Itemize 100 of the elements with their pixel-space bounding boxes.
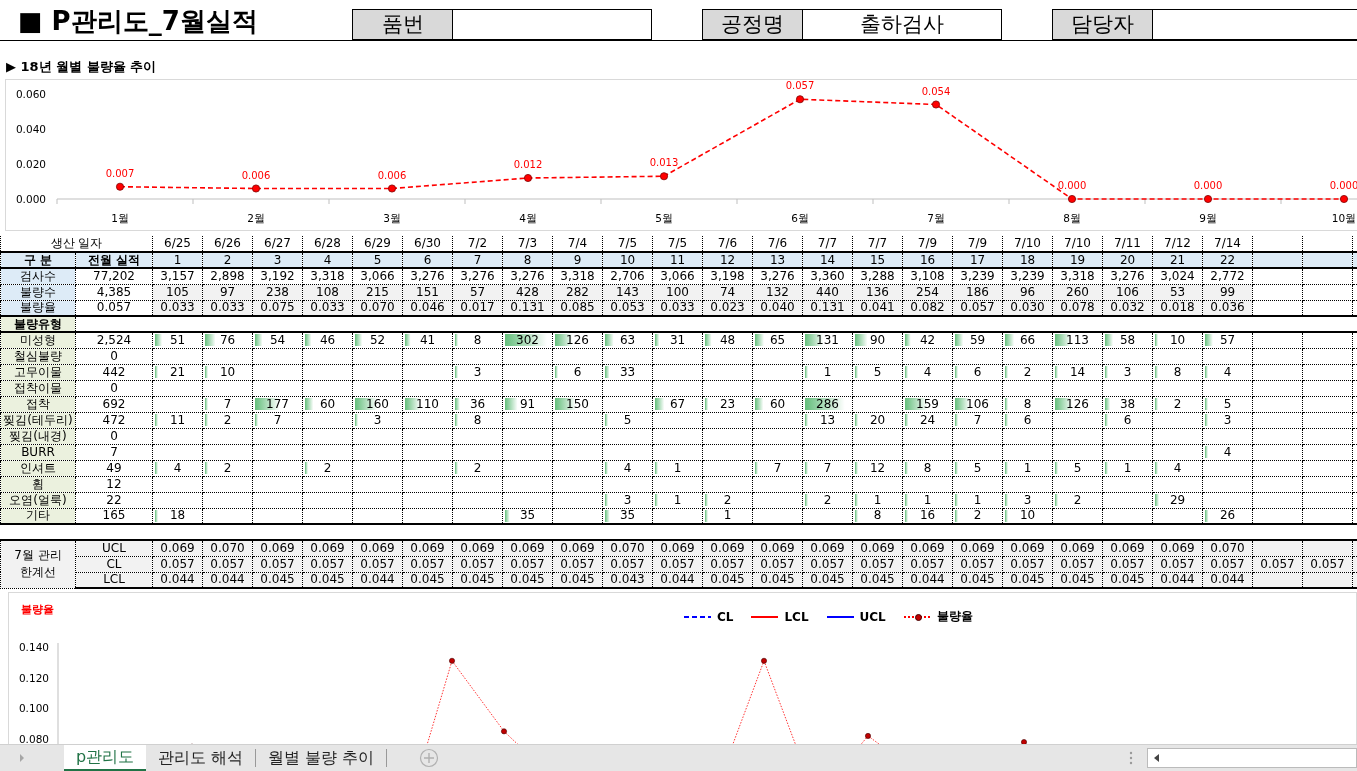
field-value: 출하검사 [803, 9, 1002, 40]
index-cell: 8 [502, 252, 553, 268]
index-cell: 21 [1152, 252, 1203, 268]
axis-label: 0.020 [15, 158, 46, 170]
data-label: 0.006 [241, 169, 271, 181]
table-cell: 12 [75, 476, 153, 492]
legend-label: UCL [859, 609, 886, 624]
sheet-tab[interactable]: 관리도 해석 [146, 746, 256, 770]
data-point [252, 184, 260, 193]
table-cell: 58 [1102, 332, 1153, 348]
row-header: 미성형 [0, 332, 76, 348]
table-cell: 63 [602, 332, 653, 348]
index-cell: 7 [452, 252, 503, 268]
axis-label: 0.140 [18, 641, 49, 653]
row-header: 오염(얼룩) [0, 492, 76, 508]
axis-label: 0.060 [15, 88, 46, 100]
table-cell: 302 [502, 332, 553, 348]
table-cell: 90 [852, 332, 903, 348]
row-header: 접착 [0, 396, 76, 412]
row-header: 불량율 [0, 300, 76, 316]
index-cell: 22 [1202, 252, 1253, 268]
horizontal-scrollbar[interactable] [1147, 748, 1357, 768]
data-point [796, 95, 804, 104]
table-cell: 22 [75, 492, 153, 508]
index-cell: 20 [1102, 252, 1153, 268]
marker-icon [914, 613, 922, 621]
table-cell: 59 [952, 332, 1003, 348]
table-cell: 66 [1002, 332, 1053, 348]
data-label: 0.057 [785, 80, 815, 92]
axis-label: 0.040 [15, 123, 46, 135]
table-cell: 113 [1052, 332, 1103, 348]
table-cell: 77,202 [75, 268, 153, 284]
index-cell: 2 [202, 252, 253, 268]
index-cell: 9 [552, 252, 603, 268]
axis-title: 불량율 [21, 603, 54, 616]
sheet-title: ■ P관리도_7월실적 [17, 5, 259, 38]
index-cell: 19 [1052, 252, 1103, 268]
index-cell: 18 [1002, 252, 1053, 268]
add-sheet-icon[interactable] [419, 748, 440, 768]
row-header: CL [75, 556, 153, 572]
table-cell: 46 [302, 332, 353, 348]
field-label: 품번 [352, 9, 453, 40]
table-cell: 0 [75, 380, 153, 396]
axis-label: 5월 [655, 212, 673, 224]
data-point [388, 184, 396, 193]
row-header: 찢김(내경) [0, 428, 76, 444]
index-cell: 4 [302, 252, 353, 268]
axis-label: 3월 [383, 212, 401, 224]
index-cell: 5 [352, 252, 403, 268]
data-point [1340, 195, 1348, 203]
field-label: 담당자 [1052, 9, 1153, 40]
table-cell: 126 [552, 332, 603, 348]
sheet-tab[interactable]: p관리도 [64, 745, 147, 771]
data-label: 0.000 [1057, 180, 1087, 191]
axis-label: 0.100 [18, 702, 49, 715]
table-cell: 54 [252, 332, 303, 348]
data-point [1068, 195, 1076, 203]
row-header: 불량수 [0, 284, 76, 300]
table-cell: 41 [402, 332, 453, 348]
data-label: 0.012 [513, 159, 543, 170]
table-cell: 472 [75, 412, 153, 428]
data-point [116, 182, 124, 191]
axis-label: 0.000 [15, 193, 46, 205]
row-header: 구 분 [0, 252, 76, 268]
more-icon[interactable] [1129, 751, 1133, 765]
index-cell: 17 [952, 252, 1003, 268]
data-label: 0.013 [649, 157, 679, 169]
data-label: 0.000 [1193, 180, 1223, 191]
table-cell: 8 [452, 332, 503, 348]
index-cell: 15 [852, 252, 903, 268]
index-cell: 12 [702, 252, 753, 268]
data-point [524, 174, 532, 182]
row-header: BURR [0, 444, 76, 460]
axis-label: 0.080 [18, 733, 49, 744]
table-cell: 48 [702, 332, 753, 348]
axis-label: 10월 [1331, 212, 1357, 224]
table-cell: 692 [75, 396, 153, 412]
row-header: LCL [75, 572, 153, 588]
row-header: 찢김(테두리) [0, 412, 76, 428]
index-cell: 6 [402, 252, 453, 268]
table-cell: 49 [75, 460, 153, 476]
axis-label: 0.120 [18, 671, 49, 684]
table-cell: 4,385 [75, 284, 153, 300]
table-cell: 0 [75, 348, 153, 364]
table-cell: 51 [152, 332, 203, 348]
row-header: 불량유형 [0, 316, 76, 332]
data-point [660, 172, 668, 181]
data-label: 0.054 [921, 85, 951, 97]
row-header: 검사수 [0, 268, 76, 284]
row-header: 인셔트 [0, 460, 76, 476]
table-cell: 131 [802, 332, 853, 348]
scroll-arrow-icon[interactable] [18, 753, 26, 763]
table-cell: 76 [202, 332, 253, 348]
data-point [1204, 195, 1212, 203]
table-cell: 7 [75, 444, 153, 460]
sheet-tab[interactable]: 월별 불량 추이 [256, 746, 387, 770]
data-label: 0.007 [105, 167, 135, 179]
table-cell: 65 [752, 332, 803, 348]
data-point [932, 100, 940, 109]
table-cell: 0 [75, 428, 153, 444]
